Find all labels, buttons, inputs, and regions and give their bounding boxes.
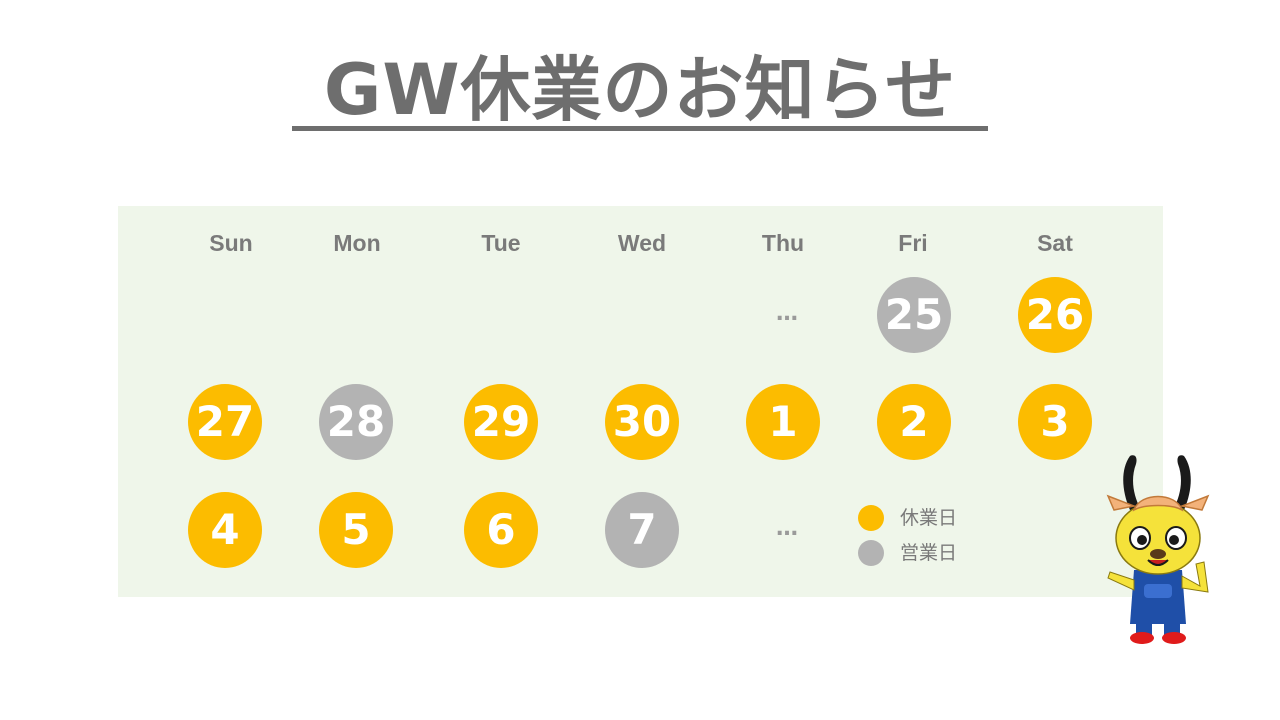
day-1-closed: 1: [746, 384, 820, 460]
left-shoe: [1130, 632, 1154, 644]
weekday-header-mon: Mon: [333, 230, 381, 256]
day-26-closed: 26: [1018, 277, 1092, 353]
ellipsis: …: [776, 301, 800, 326]
page-title: GW休業のお知らせ: [323, 49, 957, 131]
right-arm: [1181, 561, 1209, 593]
weekday-header-wed: Wed: [617, 230, 667, 256]
day-27-closed: 27: [188, 384, 262, 460]
day-2-closed: 2: [877, 384, 951, 460]
weekday-header-sun: Sun: [209, 230, 253, 256]
day-6-closed: 6: [464, 492, 538, 568]
weekday-header-fri: Fri: [898, 230, 928, 256]
day-3-closed: 3: [1018, 384, 1092, 460]
weekday-header-sat: Sat: [1037, 230, 1073, 256]
right-shoe: [1162, 632, 1186, 644]
day-28-open: 28: [319, 384, 393, 460]
legend-open-dot: [858, 540, 884, 566]
right-pupil: [1169, 535, 1179, 545]
day-5-closed: 5: [319, 492, 393, 568]
day-29-closed: 29: [464, 384, 538, 460]
antelope-mascot-icon: [1106, 455, 1210, 644]
day-7-open: 7: [605, 492, 679, 568]
legend-label: 営業日: [900, 542, 958, 564]
day-25-open: 25: [877, 277, 951, 353]
legend-label: 休業日: [900, 507, 958, 529]
title-underline: [292, 126, 988, 131]
legend-closed-dot: [858, 505, 884, 531]
weekday-header-tue: Tue: [481, 230, 521, 256]
overalls-pocket: [1144, 584, 1172, 598]
left-horn: [1123, 455, 1140, 510]
day-30-closed: 30: [605, 384, 679, 460]
left-arm: [1107, 571, 1135, 591]
weekday-header-thu: Thu: [761, 230, 805, 256]
left-pupil: [1137, 535, 1147, 545]
day-4-closed: 4: [188, 492, 262, 568]
nose: [1150, 549, 1166, 559]
ellipsis: …: [776, 516, 800, 541]
